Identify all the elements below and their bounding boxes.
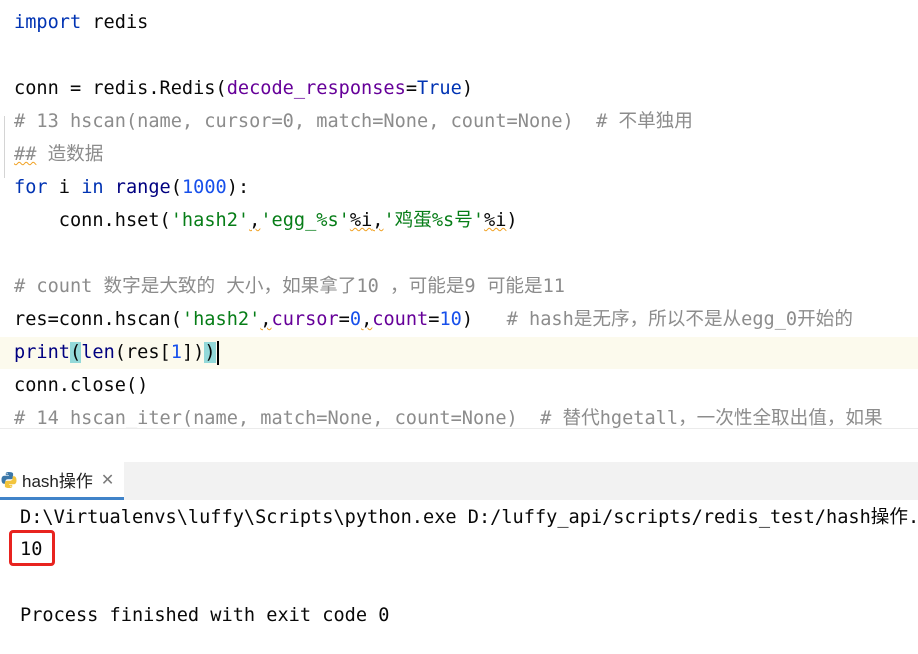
string: 'egg_%s' <box>260 210 350 231</box>
code-text: redis <box>81 12 149 33</box>
matched-brace: ) <box>204 342 216 363</box>
string: 'hash2' <box>181 309 261 330</box>
text-caret <box>216 340 219 365</box>
keyword-arg: decode_responses <box>226 78 406 99</box>
run-console[interactable]: D:\Virtualenvs\luffy\Scripts\python.exe … <box>0 500 918 654</box>
string: 'hash2' <box>170 210 250 231</box>
tab-label: hash操作 <box>22 472 93 491</box>
console-command-line: D:\Virtualenvs\luffy\Scripts\python.exe … <box>20 507 918 528</box>
number: 10 <box>439 309 462 330</box>
keyword-arg: count <box>372 309 429 330</box>
builtin: len <box>81 342 115 363</box>
code-text: %i <box>484 210 507 231</box>
code-text: conn.hset( <box>14 210 171 231</box>
code-text: = <box>405 78 418 99</box>
code-text: , <box>361 309 373 330</box>
console-exit-message: Process finished with exit code 0 <box>20 605 390 626</box>
panel-splitter[interactable] <box>0 428 918 463</box>
code-text: ) <box>461 309 474 330</box>
code-line-11[interactable]: print(len(res[1])) <box>14 338 219 368</box>
code-text: ) <box>461 78 474 99</box>
keyword: in <box>81 177 104 198</box>
keyword: import <box>14 12 82 33</box>
python-icon <box>1 471 17 488</box>
code-text: ( <box>170 177 182 198</box>
code-line-6[interactable]: for i in range(1000): <box>14 173 249 203</box>
code-text: , <box>372 210 384 231</box>
keyword: True <box>417 78 462 99</box>
code-text: conn = redis.Redis( <box>14 78 227 99</box>
number: 1000 <box>181 177 227 198</box>
code-text: ): <box>226 177 250 198</box>
code-text: ]) <box>181 342 205 363</box>
code-line-7[interactable]: conn.hset('hash2','egg_%s'%i,'鸡蛋%s号'%i) <box>14 206 518 236</box>
code-text: i <box>47 177 82 198</box>
tab-hash-run[interactable]: hash操作 ✕ <box>0 462 125 500</box>
fold-guide <box>4 116 5 178</box>
matched-brace: ( <box>69 342 82 363</box>
comment-text: 造数据 <box>36 144 104 165</box>
code-line-4[interactable]: # 13 hscan(name, cursor=0, match=None, c… <box>14 107 693 137</box>
close-icon[interactable]: ✕ <box>101 470 114 489</box>
run-tool-window-tabs: hash操作 ✕ <box>0 462 918 501</box>
code-text: (res[ <box>114 342 171 363</box>
code-line-10[interactable]: res=conn.hscan('hash2',cursor=0,count=10… <box>14 305 853 335</box>
keyword-arg: cursor <box>271 309 339 330</box>
code-text: = <box>338 309 350 330</box>
string: '鸡蛋%s号' <box>383 210 485 231</box>
code-text: res=conn.hscan( <box>14 309 182 330</box>
code-line-1[interactable]: import redis <box>14 8 148 38</box>
comment-hashes: ## <box>14 144 37 165</box>
comment: # hash是无序，所以不是从egg_0开始的 <box>473 309 853 330</box>
code-line-13[interactable]: # 14 hscan_iter(name, match=None, count=… <box>14 404 883 428</box>
builtin: print <box>14 342 70 363</box>
code-line-9[interactable]: # count 数字是大致的 大小，如果拿了10 ，可能是9 可能是11 <box>14 272 565 302</box>
code-text: = <box>428 309 440 330</box>
builtin: range <box>114 177 171 198</box>
number: 0 <box>349 309 362 330</box>
code-editor[interactable]: import redis conn = redis.Redis(decode_r… <box>0 0 918 428</box>
keyword: for <box>14 177 48 198</box>
code-text: ) <box>506 210 518 231</box>
code-text: , <box>249 210 261 231</box>
code-line-12[interactable]: conn.close() <box>14 371 148 401</box>
code-line-5[interactable]: ## 造数据 <box>14 140 103 170</box>
number: 1 <box>170 342 182 363</box>
code-line-3[interactable]: conn = redis.Redis(decode_responses=True… <box>14 74 473 104</box>
code-text: %i <box>349 210 373 231</box>
console-result: 10 <box>20 539 43 560</box>
code-text: , <box>260 309 272 330</box>
